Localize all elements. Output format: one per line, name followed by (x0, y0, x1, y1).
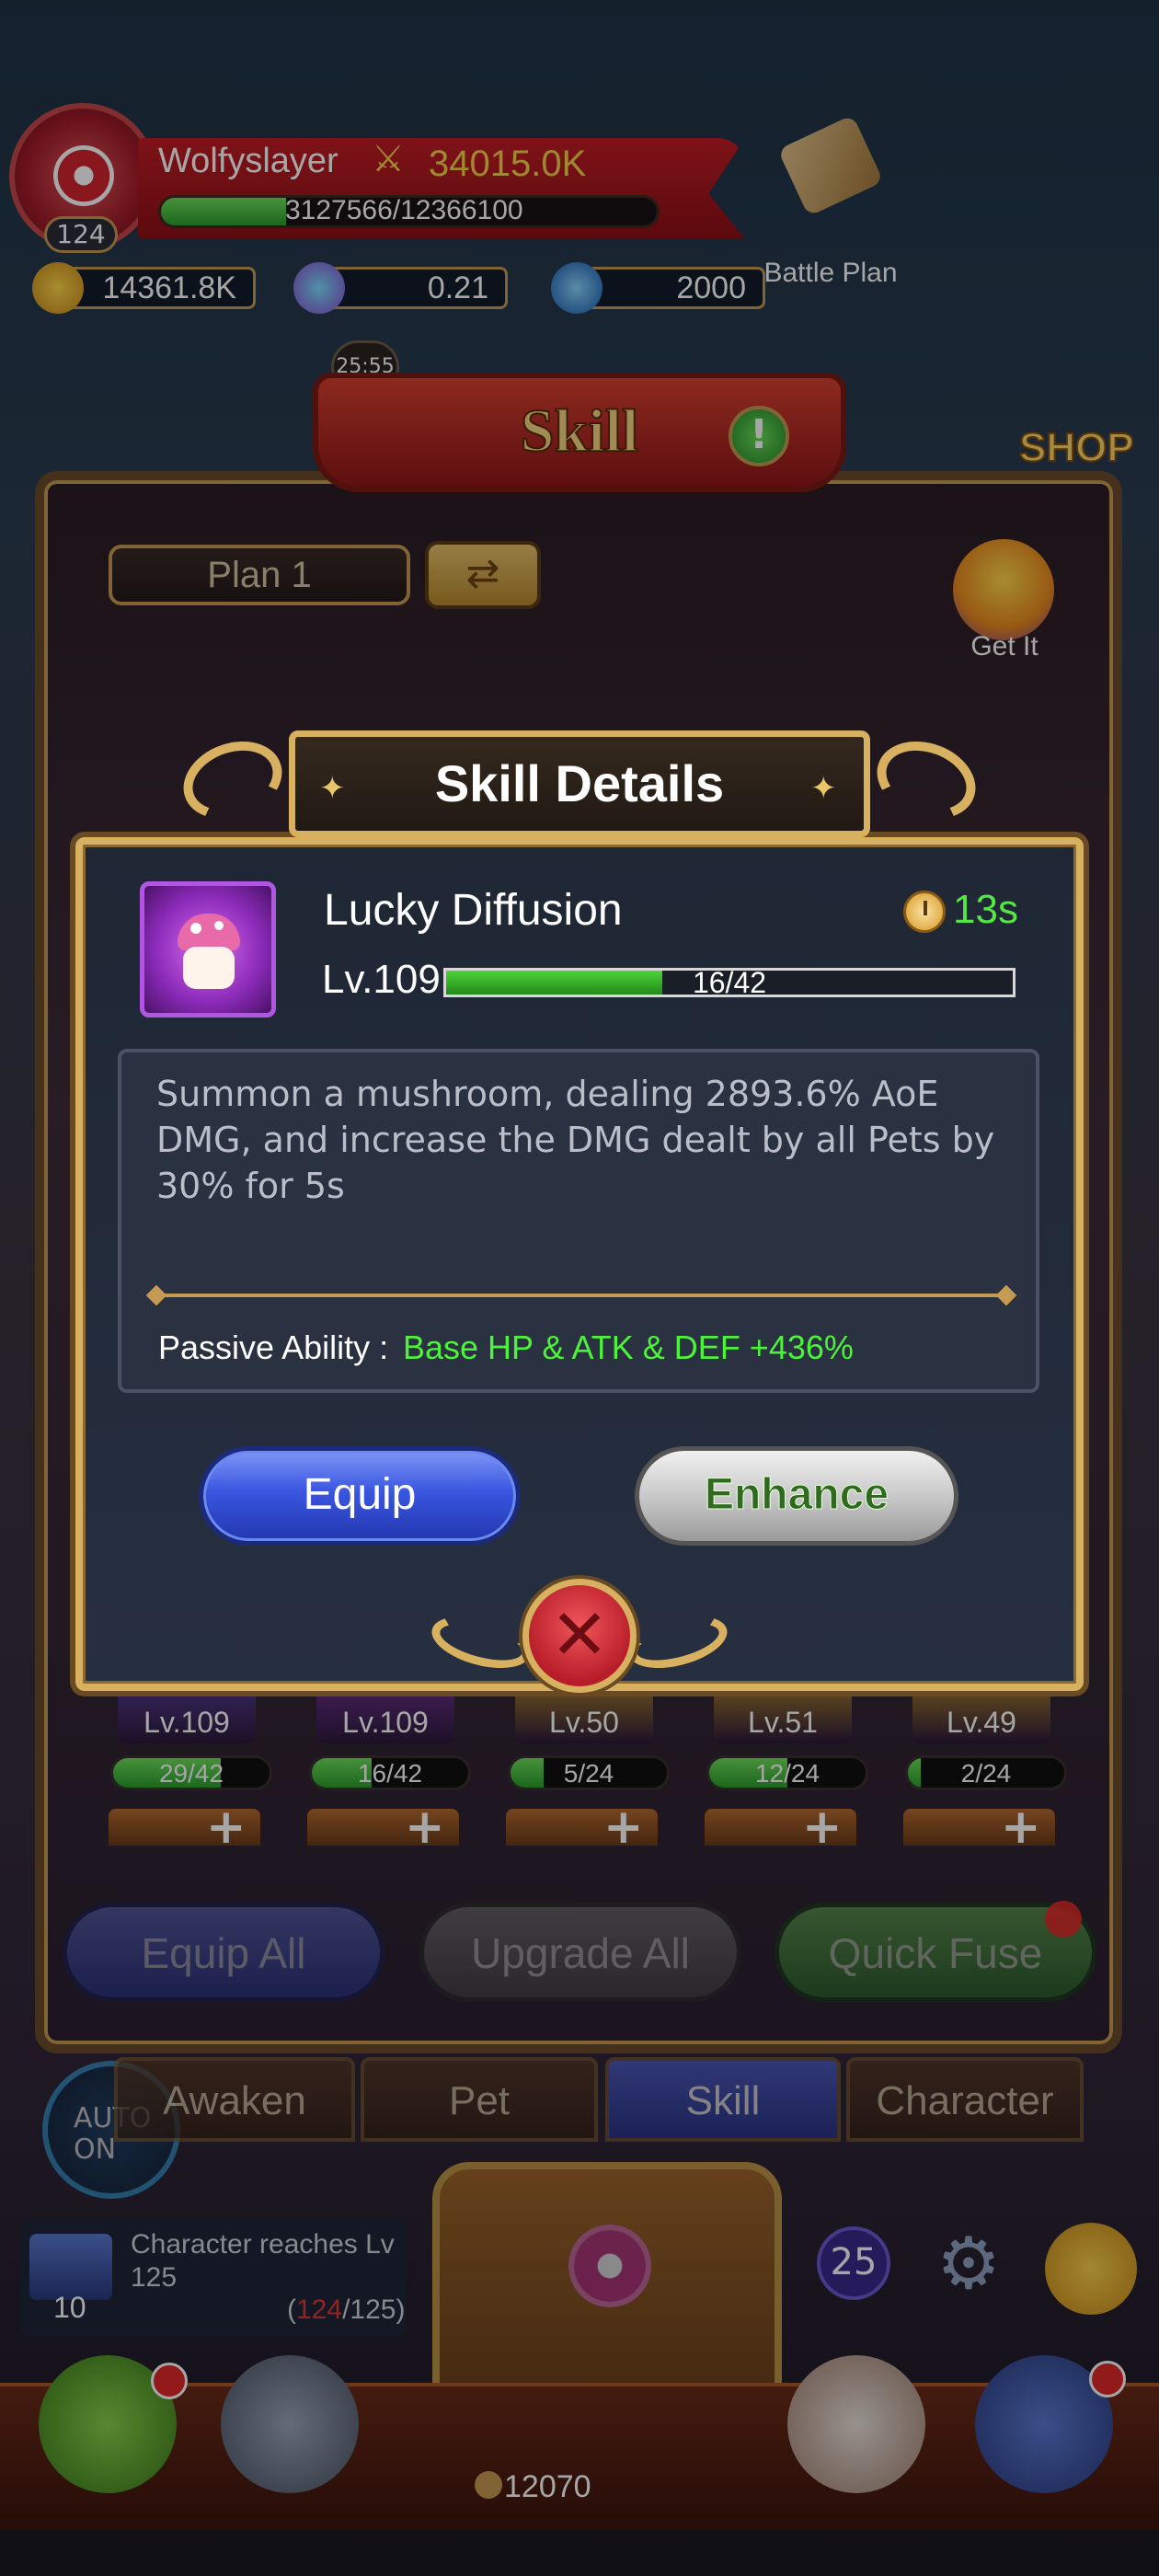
skill-description-box: Summon a mushroom, dealing 2893.6% AoE D… (118, 1049, 1039, 1393)
skill-name: Lucky Diffusion (324, 886, 623, 935)
divider (153, 1294, 1010, 1297)
equip-button[interactable]: Equip (199, 1446, 521, 1546)
passive-ability-label: Passive Ability : (158, 1328, 389, 1366)
skill-cooldown: 13s (953, 887, 1018, 932)
clock-icon (903, 891, 946, 933)
close-icon[interactable]: ✕ (522, 1579, 637, 1693)
modal-title: Skill Details (434, 754, 725, 812)
mushroom-skill-icon (140, 881, 276, 1018)
skill-description: Summon a mushroom, dealing 2893.6% AoE D… (156, 1074, 995, 1206)
skill-progress-text: 16/42 (692, 966, 767, 999)
modal-title-box: ✦ Skill Details ✦ (289, 730, 870, 837)
skill-level: Lv.109 (322, 957, 441, 1002)
passive-ability-value: Base HP & ATK & DEF +436% (403, 1328, 854, 1366)
enhance-button[interactable]: Enhance (635, 1446, 958, 1546)
star-icon: ✦ (810, 770, 837, 807)
